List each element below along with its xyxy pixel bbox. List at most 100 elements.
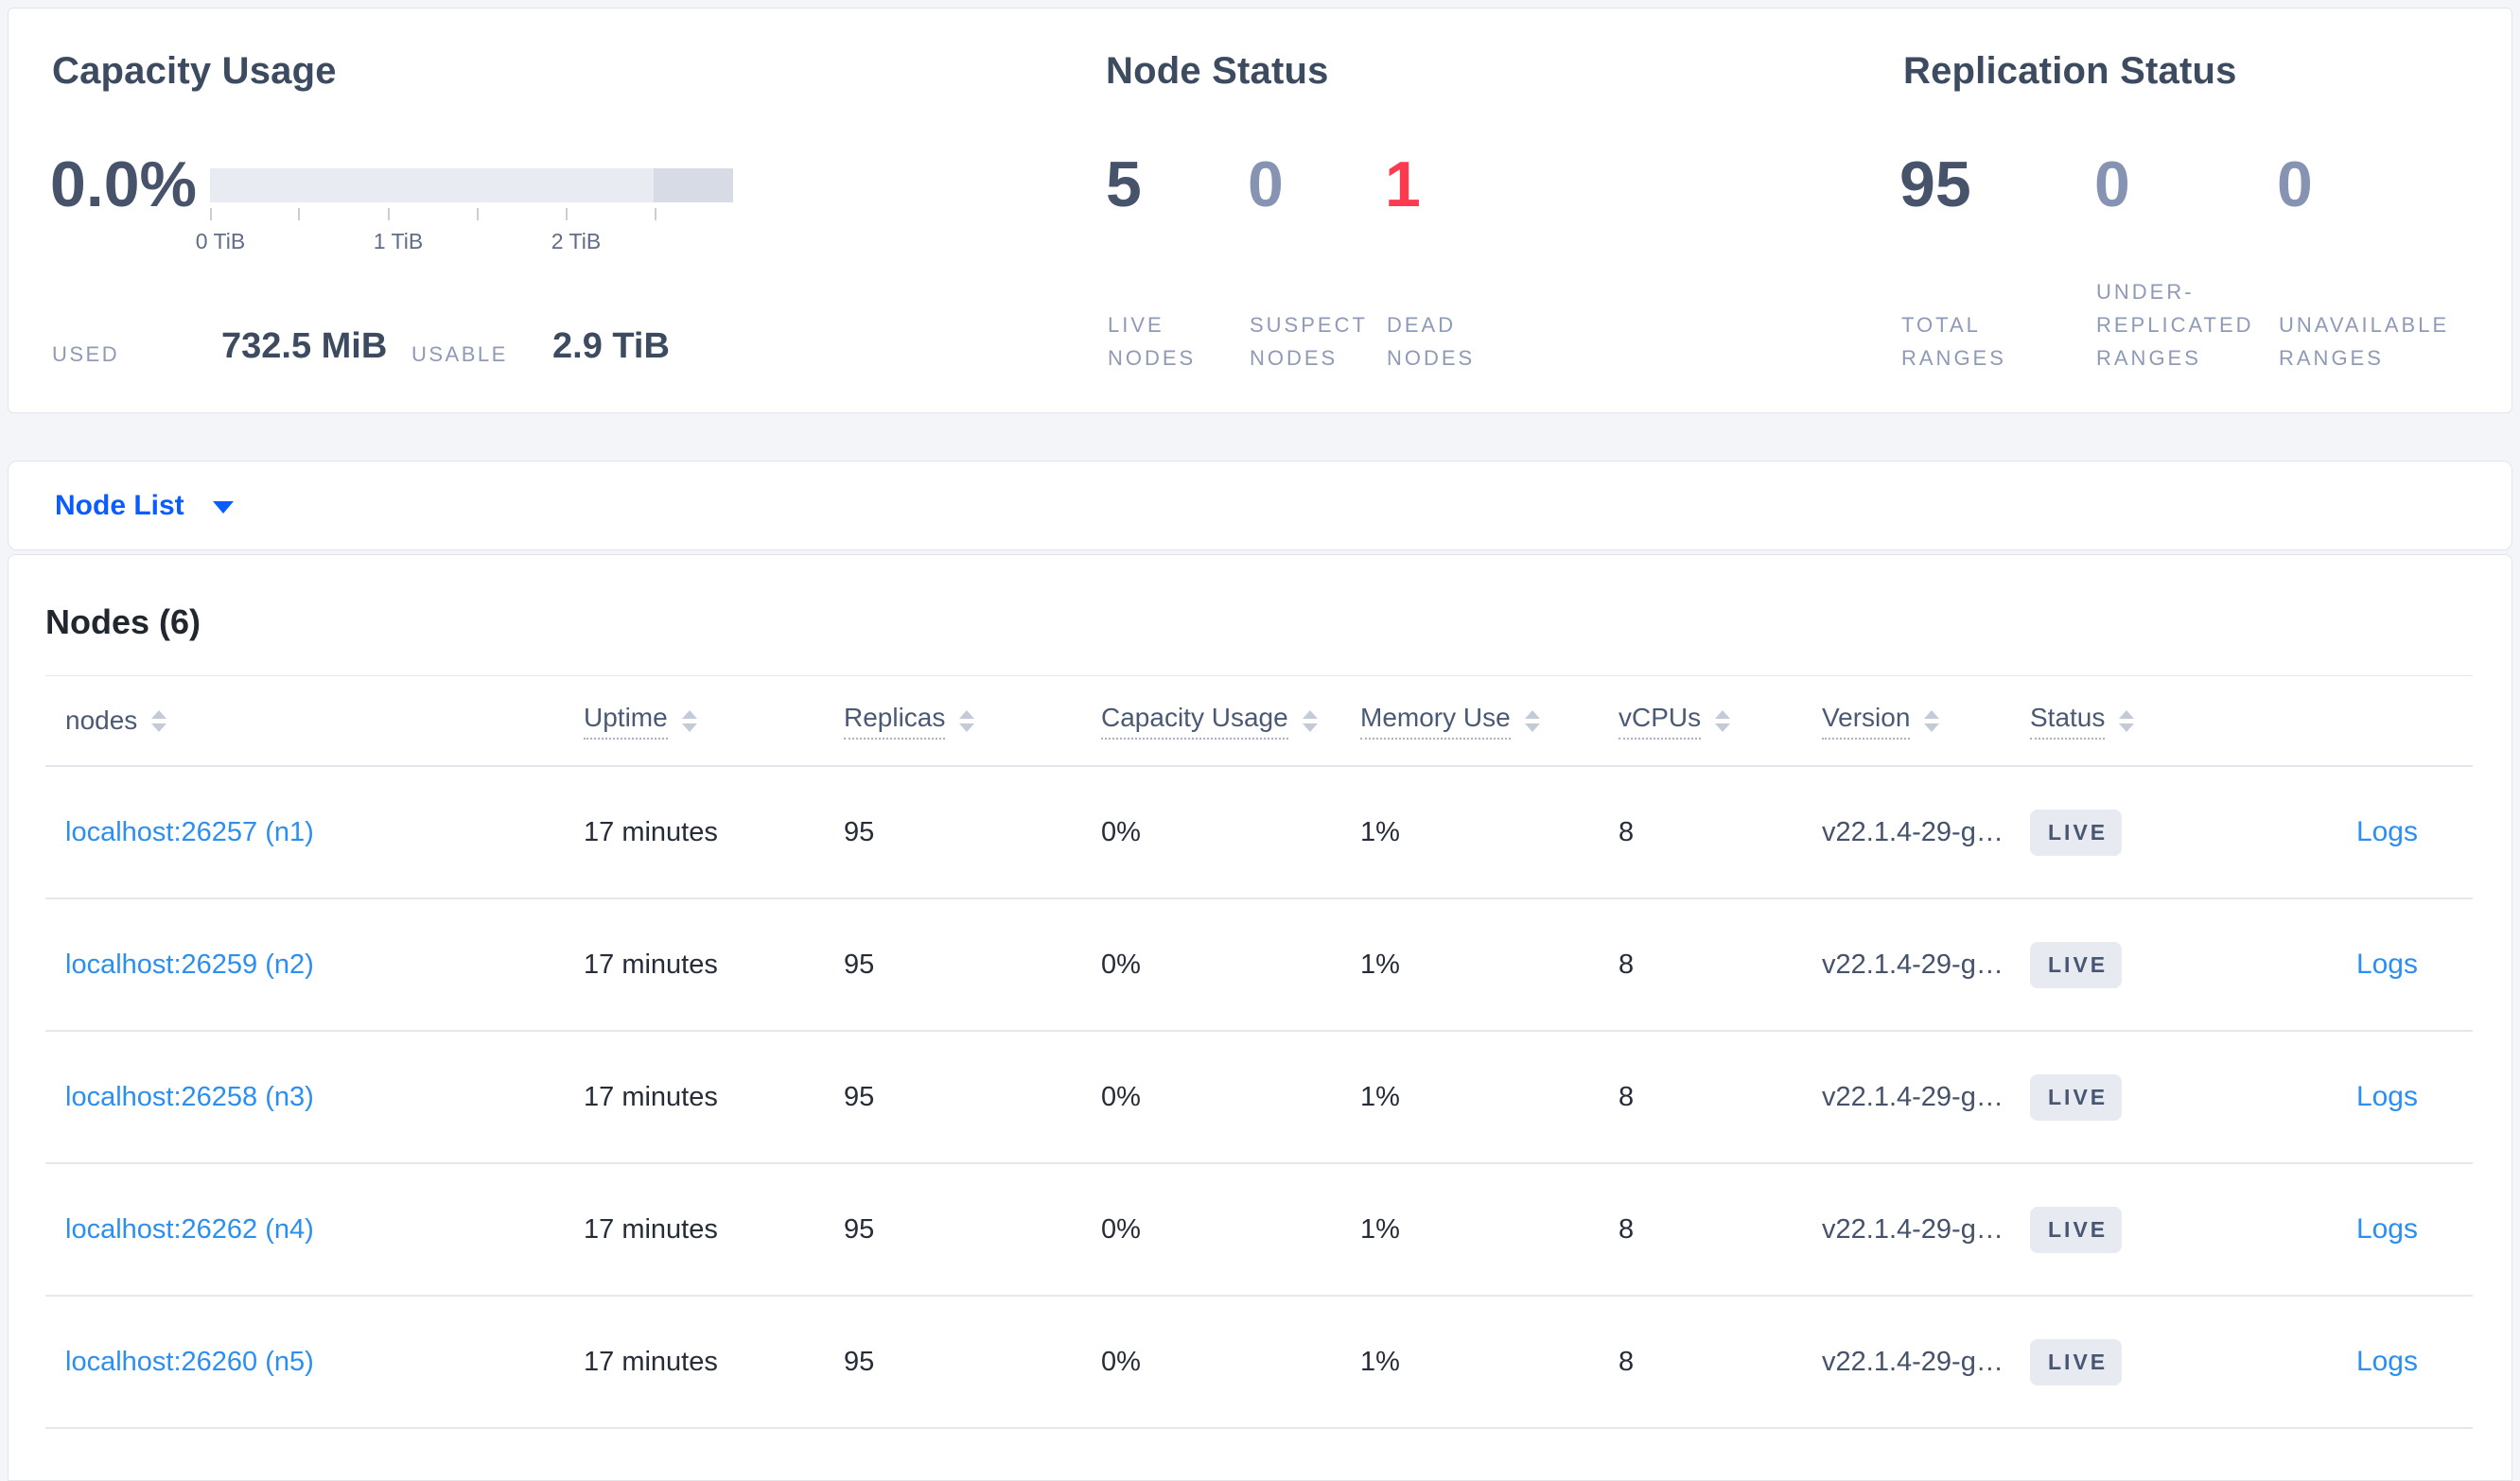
capacity-usage-cell: 0%	[1101, 949, 1141, 980]
memory-use-cell: 1%	[1360, 949, 1400, 980]
capacity-tick	[388, 208, 390, 220]
vcpus-cell: 8	[1619, 1081, 1635, 1112]
node-link[interactable]: localhost:26262 (n4)	[65, 1214, 314, 1245]
column-header-uptime[interactable]: Uptime	[584, 703, 844, 740]
capacity-bar-track	[210, 168, 733, 202]
unavailable-ranges-label: UNAVAILABLE RANGES	[2279, 313, 2450, 370]
status-badge: LIVE	[2030, 809, 2123, 856]
capacity-tick	[210, 208, 212, 220]
under-replicated-ranges-metric: 0 UNDER- REPLICATED RANGES	[2094, 9, 2284, 412]
capacity-tick	[566, 208, 568, 220]
version-cell: v22.1.4-29-g…	[1822, 816, 2004, 847]
capacity-usage-cell: 0%	[1101, 1081, 1141, 1112]
node-list-dropdown[interactable]: Node List	[55, 462, 234, 549]
table-row: localhost:26260 (n5) 17 minutes 95 0% 1%…	[45, 1297, 2473, 1429]
usable-value: 2.9 TiB	[552, 326, 670, 366]
suspect-nodes-label: SUSPECT NODES	[1250, 313, 1368, 370]
uptime-cell: 17 minutes	[584, 949, 718, 980]
column-header-status[interactable]: Status	[2030, 703, 2258, 740]
vcpus-cell: 8	[1619, 949, 1635, 980]
sort-icon	[2119, 709, 2135, 732]
replicas-cell: 95	[844, 1081, 875, 1112]
nodes-heading: Nodes (6)	[45, 602, 201, 641]
capacity-bar-reserved-segment	[653, 168, 733, 202]
used-label: USED	[52, 342, 120, 366]
capacity-tick	[298, 208, 300, 220]
capacity-usage-cell: 0%	[1101, 1346, 1141, 1377]
nodes-table: nodes Uptime Replicas Capacity Usage Mem…	[45, 675, 2473, 1429]
caret-down-icon	[212, 501, 234, 514]
nodes-table-card: Nodes (6) nodes Uptime Replicas Capacity…	[8, 554, 2512, 1481]
replicas-cell: 95	[844, 816, 875, 847]
capacity-usage-cell: 0%	[1101, 1213, 1141, 1245]
capacity-tick	[655, 208, 656, 220]
capacity-usage-title: Capacity Usage	[52, 50, 337, 92]
status-badge: LIVE	[2030, 1073, 2123, 1121]
column-header-replicas[interactable]: Replicas	[844, 703, 1101, 740]
sort-icon	[681, 709, 697, 732]
table-row: localhost:26258 (n3) 17 minutes 95 0% 1%…	[45, 1032, 2473, 1164]
cluster-summary-panel: Capacity Usage 0.0% 0 TiB 1 TiB 2 TiB US…	[8, 8, 2512, 413]
capacity-tick-label: 2 TiB	[551, 229, 602, 253]
total-ranges-label: TOTAL RANGES	[1901, 313, 2006, 370]
vcpus-cell: 8	[1619, 816, 1635, 847]
capacity-usage-bar: 0 TiB 1 TiB 2 TiB	[196, 168, 733, 253]
live-nodes-label: LIVE NODES	[1108, 313, 1197, 370]
capacity-used-percent: 0.0%	[50, 148, 197, 220]
replicas-cell: 95	[844, 1346, 875, 1377]
usable-label: USABLE	[411, 342, 508, 366]
total-ranges-count: 95	[1899, 148, 1971, 220]
suspect-nodes-count: 0	[1248, 148, 1284, 220]
logs-link[interactable]: Logs	[2356, 1346, 2418, 1377]
node-link[interactable]: localhost:26258 (n3)	[65, 1082, 314, 1112]
node-link[interactable]: localhost:26257 (n1)	[65, 817, 314, 847]
vcpus-cell: 8	[1619, 1346, 1635, 1377]
logs-link[interactable]: Logs	[2356, 1081, 2418, 1112]
under-replicated-count: 0	[2094, 148, 2130, 220]
column-header-vcpus[interactable]: vCPUs	[1619, 703, 1822, 740]
logs-link[interactable]: Logs	[2356, 1213, 2418, 1245]
version-cell: v22.1.4-29-g…	[1822, 1213, 2004, 1245]
vcpus-cell: 8	[1619, 1213, 1635, 1245]
sort-icon	[959, 709, 975, 732]
table-row: localhost:26262 (n4) 17 minutes 95 0% 1%…	[45, 1164, 2473, 1297]
table-header-row: nodes Uptime Replicas Capacity Usage Mem…	[45, 675, 2473, 767]
sort-icon	[1302, 709, 1318, 732]
uptime-cell: 17 minutes	[584, 1346, 718, 1377]
node-link[interactable]: localhost:26259 (n2)	[65, 950, 314, 980]
sort-icon	[1715, 709, 1731, 732]
dead-nodes-label: DEAD NODES	[1387, 313, 1476, 370]
memory-use-cell: 1%	[1360, 1213, 1400, 1245]
status-badge: LIVE	[2030, 1338, 2123, 1385]
node-list-dropdown-label: Node List	[55, 489, 184, 521]
under-replicated-label: UNDER- REPLICATED RANGES	[2096, 280, 2254, 370]
version-cell: v22.1.4-29-g…	[1822, 1081, 2004, 1112]
status-badge: LIVE	[2030, 941, 2123, 988]
table-row: localhost:26257 (n1) 17 minutes 95 0% 1%…	[45, 767, 2473, 899]
column-header-capacity-usage[interactable]: Capacity Usage	[1101, 703, 1360, 740]
memory-use-cell: 1%	[1360, 816, 1400, 847]
node-link[interactable]: localhost:26260 (n5)	[65, 1347, 314, 1377]
logs-link[interactable]: Logs	[2356, 816, 2418, 847]
column-header-version[interactable]: Version	[1822, 703, 2030, 740]
live-nodes-count: 5	[1106, 148, 1142, 220]
capacity-tick-label: 0 TiB	[195, 229, 246, 253]
uptime-cell: 17 minutes	[584, 1081, 718, 1112]
capacity-tick-label: 1 TiB	[373, 229, 424, 253]
dead-nodes-count: 1	[1385, 148, 1421, 220]
logs-link[interactable]: Logs	[2356, 949, 2418, 980]
dead-nodes-metric: 1 DEAD NODES	[1385, 9, 1574, 412]
table-row: localhost:26259 (n2) 17 minutes 95 0% 1%…	[45, 899, 2473, 1032]
replicas-cell: 95	[844, 949, 875, 980]
version-cell: v22.1.4-29-g…	[1822, 949, 2004, 980]
version-cell: v22.1.4-29-g…	[1822, 1346, 2004, 1377]
uptime-cell: 17 minutes	[584, 816, 718, 847]
sort-icon	[1524, 709, 1540, 732]
column-header-nodes[interactable]: nodes	[45, 706, 584, 736]
status-badge: LIVE	[2030, 1206, 2123, 1253]
unavailable-ranges-metric: 0 UNAVAILABLE RANGES	[2277, 9, 2466, 412]
column-header-memory-use[interactable]: Memory Use	[1360, 703, 1619, 740]
sort-icon	[1924, 709, 1940, 732]
capacity-tick	[477, 208, 479, 220]
uptime-cell: 17 minutes	[584, 1213, 718, 1245]
